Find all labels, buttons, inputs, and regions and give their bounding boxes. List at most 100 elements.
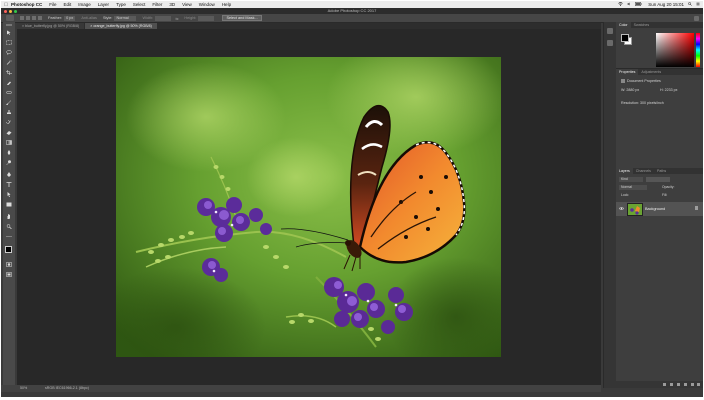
menu-image[interactable]: Image	[78, 2, 91, 7]
color-panel-tabs: Color Swatches	[616, 22, 703, 28]
menu-type[interactable]: Type	[116, 2, 126, 7]
menu-edit[interactable]: Edit	[64, 2, 72, 7]
lasso-tool-icon[interactable]	[6, 50, 12, 55]
select-and-mask-button[interactable]: Select and Mask...	[222, 15, 262, 21]
type-tool-icon[interactable]	[6, 182, 12, 187]
path-selection-tool-icon[interactable]	[6, 192, 12, 197]
visibility-eye-icon[interactable]	[619, 206, 624, 211]
history-brush-tool-icon[interactable]	[6, 120, 12, 125]
tab-layers[interactable]: Layers	[616, 168, 633, 174]
notification-center-icon[interactable]	[696, 2, 700, 7]
new-selection-icon[interactable]	[20, 16, 24, 20]
workspace-switcher-icon[interactable]	[694, 15, 699, 21]
color-panel: Color Swatches	[616, 22, 703, 68]
brush-panel-icon[interactable]	[607, 40, 613, 46]
apple-icon[interactable]: 	[1, 2, 11, 8]
subtract-selection-icon[interactable]	[32, 16, 36, 20]
height-label: H:	[660, 88, 664, 92]
tab-color[interactable]: Color	[616, 22, 631, 28]
feather-input[interactable]: 0 px	[64, 15, 76, 21]
hue-slider[interactable]	[696, 33, 700, 67]
properties-title-row: Document Properties	[621, 79, 661, 84]
quick-selection-tool-icon[interactable]	[6, 60, 12, 65]
marquee-tool-icon[interactable]	[6, 40, 12, 45]
swap-dimensions-icon[interactable]: ⇆	[175, 16, 178, 21]
crop-tool-icon[interactable]	[6, 70, 12, 75]
eraser-tool-icon[interactable]	[6, 130, 12, 135]
tab-properties[interactable]: Properties	[616, 69, 639, 75]
rectangle-tool-icon[interactable]	[6, 202, 12, 207]
layer-filter-buttons[interactable]	[646, 177, 670, 182]
layers-panel-tabs: Layers Channels Paths	[616, 168, 703, 174]
layer-lock-icon[interactable]	[695, 206, 698, 210]
os-menubar:  Photoshop CC File Edit Image Layer Typ…	[1, 1, 703, 8]
layer-name[interactable]: Background	[645, 202, 665, 216]
height-value[interactable]: 2233 px	[665, 88, 678, 92]
panel-dock: Color Swatches Properties Adjustments Do…	[616, 22, 703, 388]
layer-kind-filter[interactable]: Kind	[619, 177, 643, 182]
dodge-tool-icon[interactable]	[6, 160, 12, 165]
spotlight-icon[interactable]	[688, 2, 692, 7]
color-picker-field[interactable]	[656, 33, 694, 67]
menu-photoshop[interactable]: Photoshop CC	[11, 2, 42, 7]
menu-select[interactable]: Select	[133, 2, 146, 7]
blur-tool-icon[interactable]	[6, 150, 12, 155]
document-canvas[interactable]	[17, 29, 601, 385]
hand-tool-icon[interactable]	[6, 214, 12, 219]
toolbar-grip[interactable]	[6, 24, 12, 26]
tab-channels[interactable]: Channels	[633, 168, 654, 174]
screen-mode-icon[interactable]	[6, 272, 12, 277]
marquee-tool-preset-icon[interactable]	[6, 15, 14, 21]
collapsed-panels-strip	[603, 22, 616, 388]
foreground-color-swatch[interactable]	[621, 34, 629, 42]
blend-mode-select[interactable]: Normal	[619, 185, 647, 190]
document-info[interactable]: sRGB IEC61966-2.1 (8bpc)	[45, 385, 89, 392]
width-input[interactable]	[155, 15, 172, 21]
battery-icon[interactable]	[635, 2, 642, 7]
more-tools-icon[interactable]	[6, 234, 12, 239]
menubar-clock[interactable]: Sun Aug 20 15:01	[648, 2, 684, 7]
healing-brush-tool-icon[interactable]	[6, 90, 12, 95]
zoom-level[interactable]: 50%	[20, 385, 27, 392]
menubar-status-area: Sun Aug 20 15:01	[618, 1, 700, 8]
filter-kind-text: Kind	[621, 177, 628, 181]
style-label: Style:	[102, 16, 113, 20]
feather-label: Feather:	[48, 16, 63, 20]
foreground-background-swatch[interactable]	[5, 246, 15, 256]
photoshop-window:  Photoshop CC File Edit Image Layer Typ…	[1, 1, 703, 397]
eyedropper-tool-icon[interactable]	[6, 80, 12, 85]
wifi-icon[interactable]	[618, 2, 623, 7]
menu-3d[interactable]: 3D	[169, 2, 175, 7]
antialias-checkbox[interactable]: Anti-alias	[81, 16, 97, 20]
menu-filter[interactable]: Filter	[152, 2, 162, 7]
butterfly-photo	[116, 57, 501, 357]
menu-layer[interactable]: Layer	[98, 2, 109, 7]
pen-tool-icon[interactable]	[6, 172, 12, 177]
tab-label: blue_butterfly.jpg @ 50% (RGB/8)	[25, 24, 80, 28]
intersect-selection-icon[interactable]	[38, 16, 42, 20]
quick-mask-icon[interactable]	[6, 262, 12, 267]
tab-adjustments[interactable]: Adjustments	[638, 69, 664, 75]
volume-icon[interactable]	[627, 2, 631, 7]
tab-paths[interactable]: Paths	[654, 168, 669, 174]
height-input[interactable]	[198, 15, 215, 21]
gradient-tool-icon[interactable]	[6, 140, 12, 145]
tab-swatches[interactable]: Swatches	[631, 22, 653, 28]
clone-stamp-tool-icon[interactable]	[6, 110, 12, 115]
fill-label: Fill:	[660, 193, 700, 198]
opacity-label: Opacity:	[660, 185, 700, 190]
brush-tool-icon[interactable]	[6, 100, 12, 105]
menu-help[interactable]: Help	[222, 2, 231, 7]
menu-view[interactable]: View	[182, 2, 192, 7]
move-tool-icon[interactable]	[6, 30, 12, 35]
layer-row-background[interactable]: Background	[616, 202, 703, 216]
zoom-tool-icon[interactable]	[6, 224, 12, 229]
history-panel-icon[interactable]	[607, 28, 613, 34]
tools-panel	[3, 22, 15, 388]
options-bar: Feather: 0 px Anti-alias Style: Normal W…	[1, 14, 703, 23]
width-value[interactable]: 2880 px	[626, 88, 639, 92]
menu-window[interactable]: Window	[199, 2, 215, 7]
menu-file[interactable]: File	[49, 2, 56, 7]
style-select[interactable]: Normal	[114, 15, 137, 21]
add-selection-icon[interactable]	[26, 16, 30, 20]
